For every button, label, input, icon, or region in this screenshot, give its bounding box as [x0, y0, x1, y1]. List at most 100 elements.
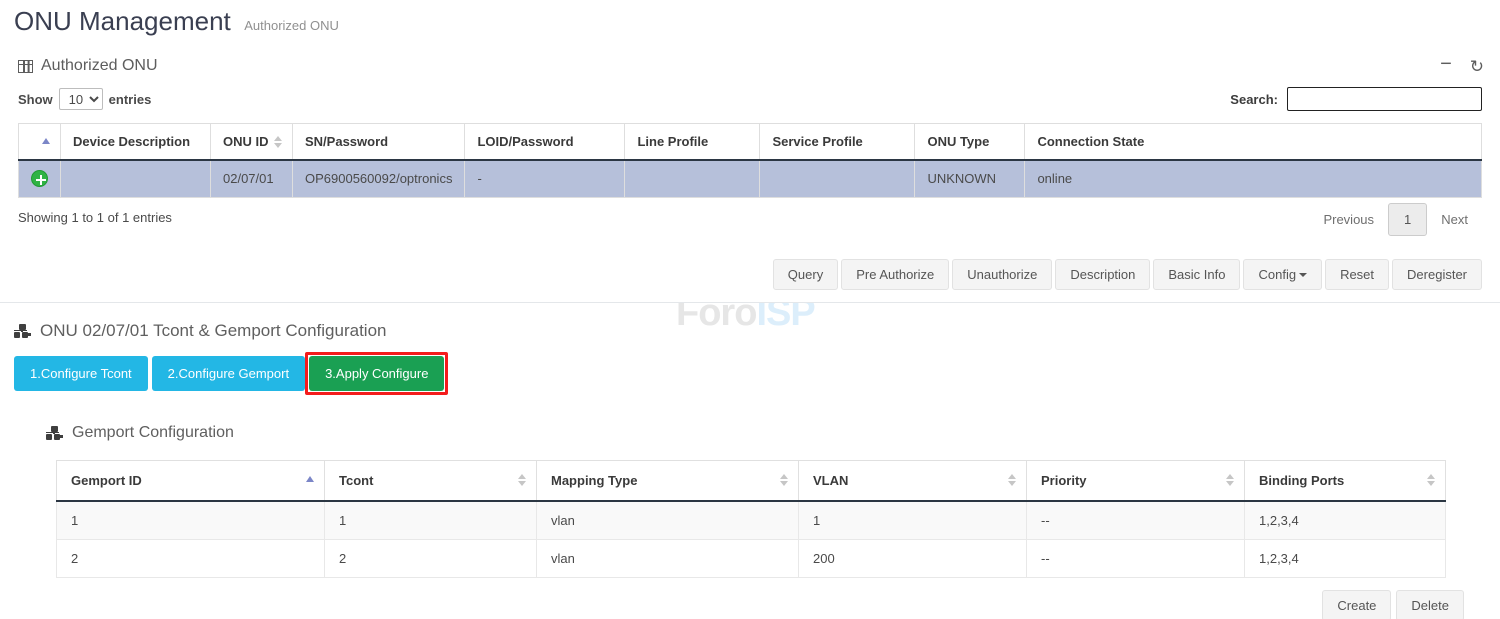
column-header-priority[interactable]: Priority: [1027, 460, 1245, 501]
cell-vlan: 1: [799, 501, 1027, 540]
cell-onu-id: 02/07/01: [211, 160, 293, 197]
sort-asc-icon: [306, 473, 315, 487]
table-head: Device Description ONU ID SN/Password LO…: [19, 124, 1482, 161]
cell-binding-ports: 1,2,3,4: [1245, 539, 1446, 577]
column-header-binding-ports-label: Binding Ports: [1259, 473, 1344, 488]
cell-priority: --: [1027, 501, 1245, 540]
tab-apply-configure[interactable]: 3.Apply Configure: [309, 356, 444, 391]
cell-gemport-id: 1: [57, 501, 325, 540]
table-row[interactable]: 2 2 vlan 200 -- 1,2,3,4: [57, 539, 1446, 577]
gemport-table-body: 1 1 vlan 1 -- 1,2,3,4 2 2 vlan 200 -- 1,…: [57, 501, 1446, 578]
cell-mapping-type: vlan: [537, 539, 799, 577]
authorized-onu-table: Device Description ONU ID SN/Password LO…: [18, 123, 1482, 198]
column-header-onu-id-label: ONU ID: [223, 134, 269, 149]
column-header-binding-ports[interactable]: Binding Ports: [1245, 460, 1446, 501]
expand-plus-icon[interactable]: [31, 170, 48, 187]
delete-button[interactable]: Delete: [1396, 590, 1464, 619]
sort-both-icon: [1008, 473, 1017, 487]
cell-sn-password: OP6900560092/optronics: [293, 160, 465, 197]
panel-title: Authorized ONU: [18, 57, 158, 75]
cell-vlan: 200: [799, 539, 1027, 577]
query-button[interactable]: Query: [773, 259, 838, 290]
config-dropdown-button[interactable]: Config: [1243, 259, 1322, 290]
cell-gemport-id: 2: [57, 539, 325, 577]
sort-both-icon: [1427, 473, 1436, 487]
column-header-priority-label: Priority: [1041, 473, 1087, 488]
authorized-onu-panel: Authorized ONU − ↻ Show 10 entries Searc…: [0, 44, 1500, 303]
gemport-header-row: Gemport ID Tcont Mapping Type VLAN: [57, 460, 1446, 501]
section-title: ONU 02/07/01 Tcont & Gemport Configurati…: [14, 321, 1482, 341]
sitemap-icon: [46, 426, 63, 440]
gemport-table-head: Gemport ID Tcont Mapping Type VLAN: [57, 460, 1446, 501]
column-header-loid-password[interactable]: LOID/Password: [465, 124, 625, 161]
status-badge-connection-state: online: [1025, 160, 1482, 197]
pagination-page-1[interactable]: 1: [1388, 203, 1427, 236]
pagination: Previous 1 Next: [1309, 203, 1482, 236]
refresh-icon[interactable]: ↻: [1470, 58, 1484, 75]
sort-both-icon: [780, 473, 789, 487]
subsection-title: Gemport Configuration: [46, 424, 1482, 442]
create-button[interactable]: Create: [1322, 590, 1391, 619]
column-header-tcont-label: Tcont: [339, 473, 373, 488]
cell-binding-ports: 1,2,3,4: [1245, 501, 1446, 540]
column-header-tcont[interactable]: Tcont: [325, 460, 537, 501]
table-body: 02/07/01 OP6900560092/optronics - UNKNOW…: [19, 160, 1482, 197]
panel-title-label: Authorized ONU: [41, 57, 158, 75]
cell-priority: --: [1027, 539, 1245, 577]
column-header-gemport-id[interactable]: Gemport ID: [57, 460, 325, 501]
table-row[interactable]: 1 1 vlan 1 -- 1,2,3,4: [57, 501, 1446, 540]
pagination-next[interactable]: Next: [1427, 204, 1482, 235]
onu-action-buttons: Query Pre Authorize Unauthorize Descript…: [18, 259, 1482, 290]
cell-loid-password: -: [465, 160, 625, 197]
subsection-title-label: Gemport Configuration: [72, 424, 234, 442]
pagination-previous[interactable]: Previous: [1309, 204, 1388, 235]
description-button[interactable]: Description: [1055, 259, 1150, 290]
page-length-control: Show 10 entries: [18, 88, 151, 110]
unauthorize-button[interactable]: Unauthorize: [952, 259, 1052, 290]
gemport-action-buttons: Create Delete: [32, 590, 1464, 619]
section-title-label: ONU 02/07/01 Tcont & Gemport Configurati…: [40, 321, 386, 341]
grid-icon: [18, 60, 33, 73]
column-header-connection-state[interactable]: Connection State: [1025, 124, 1482, 161]
pre-authorize-button[interactable]: Pre Authorize: [841, 259, 949, 290]
entries-label: entries: [109, 92, 152, 107]
basic-info-button[interactable]: Basic Info: [1153, 259, 1240, 290]
column-header-device-description[interactable]: Device Description: [61, 124, 211, 161]
minus-icon[interactable]: −: [1440, 54, 1452, 74]
table-row[interactable]: 02/07/01 OP6900560092/optronics - UNKNOW…: [19, 160, 1482, 197]
column-header-line-profile[interactable]: Line Profile: [625, 124, 760, 161]
column-header-vlan-label: VLAN: [813, 473, 848, 488]
column-header-service-profile[interactable]: Service Profile: [760, 124, 915, 161]
panel-heading: Authorized ONU − ↻: [0, 44, 1500, 85]
cell-tcont: 2: [325, 539, 537, 577]
column-header-expand[interactable]: [19, 124, 61, 161]
tab-configure-tcont[interactable]: 1.Configure Tcont: [14, 356, 148, 391]
column-header-vlan[interactable]: VLAN: [799, 460, 1027, 501]
gemport-configuration-table: Gemport ID Tcont Mapping Type VLAN: [56, 460, 1446, 578]
search-input[interactable]: [1287, 87, 1482, 111]
config-label: Config: [1258, 267, 1296, 282]
column-header-mapping-type-label: Mapping Type: [551, 473, 637, 488]
chevron-down-icon: [1299, 273, 1307, 277]
search-control: Search:: [1230, 87, 1482, 111]
column-header-mapping-type[interactable]: Mapping Type: [537, 460, 799, 501]
page-header: ONU Management Authorized ONU: [0, 0, 1500, 44]
tab-configure-gemport[interactable]: 2.Configure Gemport: [152, 356, 305, 391]
sort-both-icon: [518, 473, 527, 487]
page-subtitle: Authorized ONU: [244, 18, 339, 33]
page-length-select[interactable]: 10: [59, 88, 103, 110]
row-expand-cell[interactable]: [19, 160, 61, 197]
sort-both-icon: [274, 135, 283, 149]
configuration-step-tabs: 1.Configure Tcont 2.Configure Gemport 3.…: [14, 356, 1482, 391]
datatable-controls: Show 10 entries Search:: [0, 85, 1500, 119]
column-header-gemport-id-label: Gemport ID: [71, 473, 142, 488]
table-header-row: Device Description ONU ID SN/Password LO…: [19, 124, 1482, 161]
page-title: ONU Management: [14, 6, 231, 37]
reset-button[interactable]: Reset: [1325, 259, 1389, 290]
cell-line-profile: [625, 160, 760, 197]
column-header-onu-id[interactable]: ONU ID: [211, 124, 293, 161]
column-header-sn-password[interactable]: SN/Password: [293, 124, 465, 161]
sitemap-icon: [14, 324, 31, 338]
column-header-onu-type[interactable]: ONU Type: [915, 124, 1025, 161]
deregister-button[interactable]: Deregister: [1392, 259, 1482, 290]
